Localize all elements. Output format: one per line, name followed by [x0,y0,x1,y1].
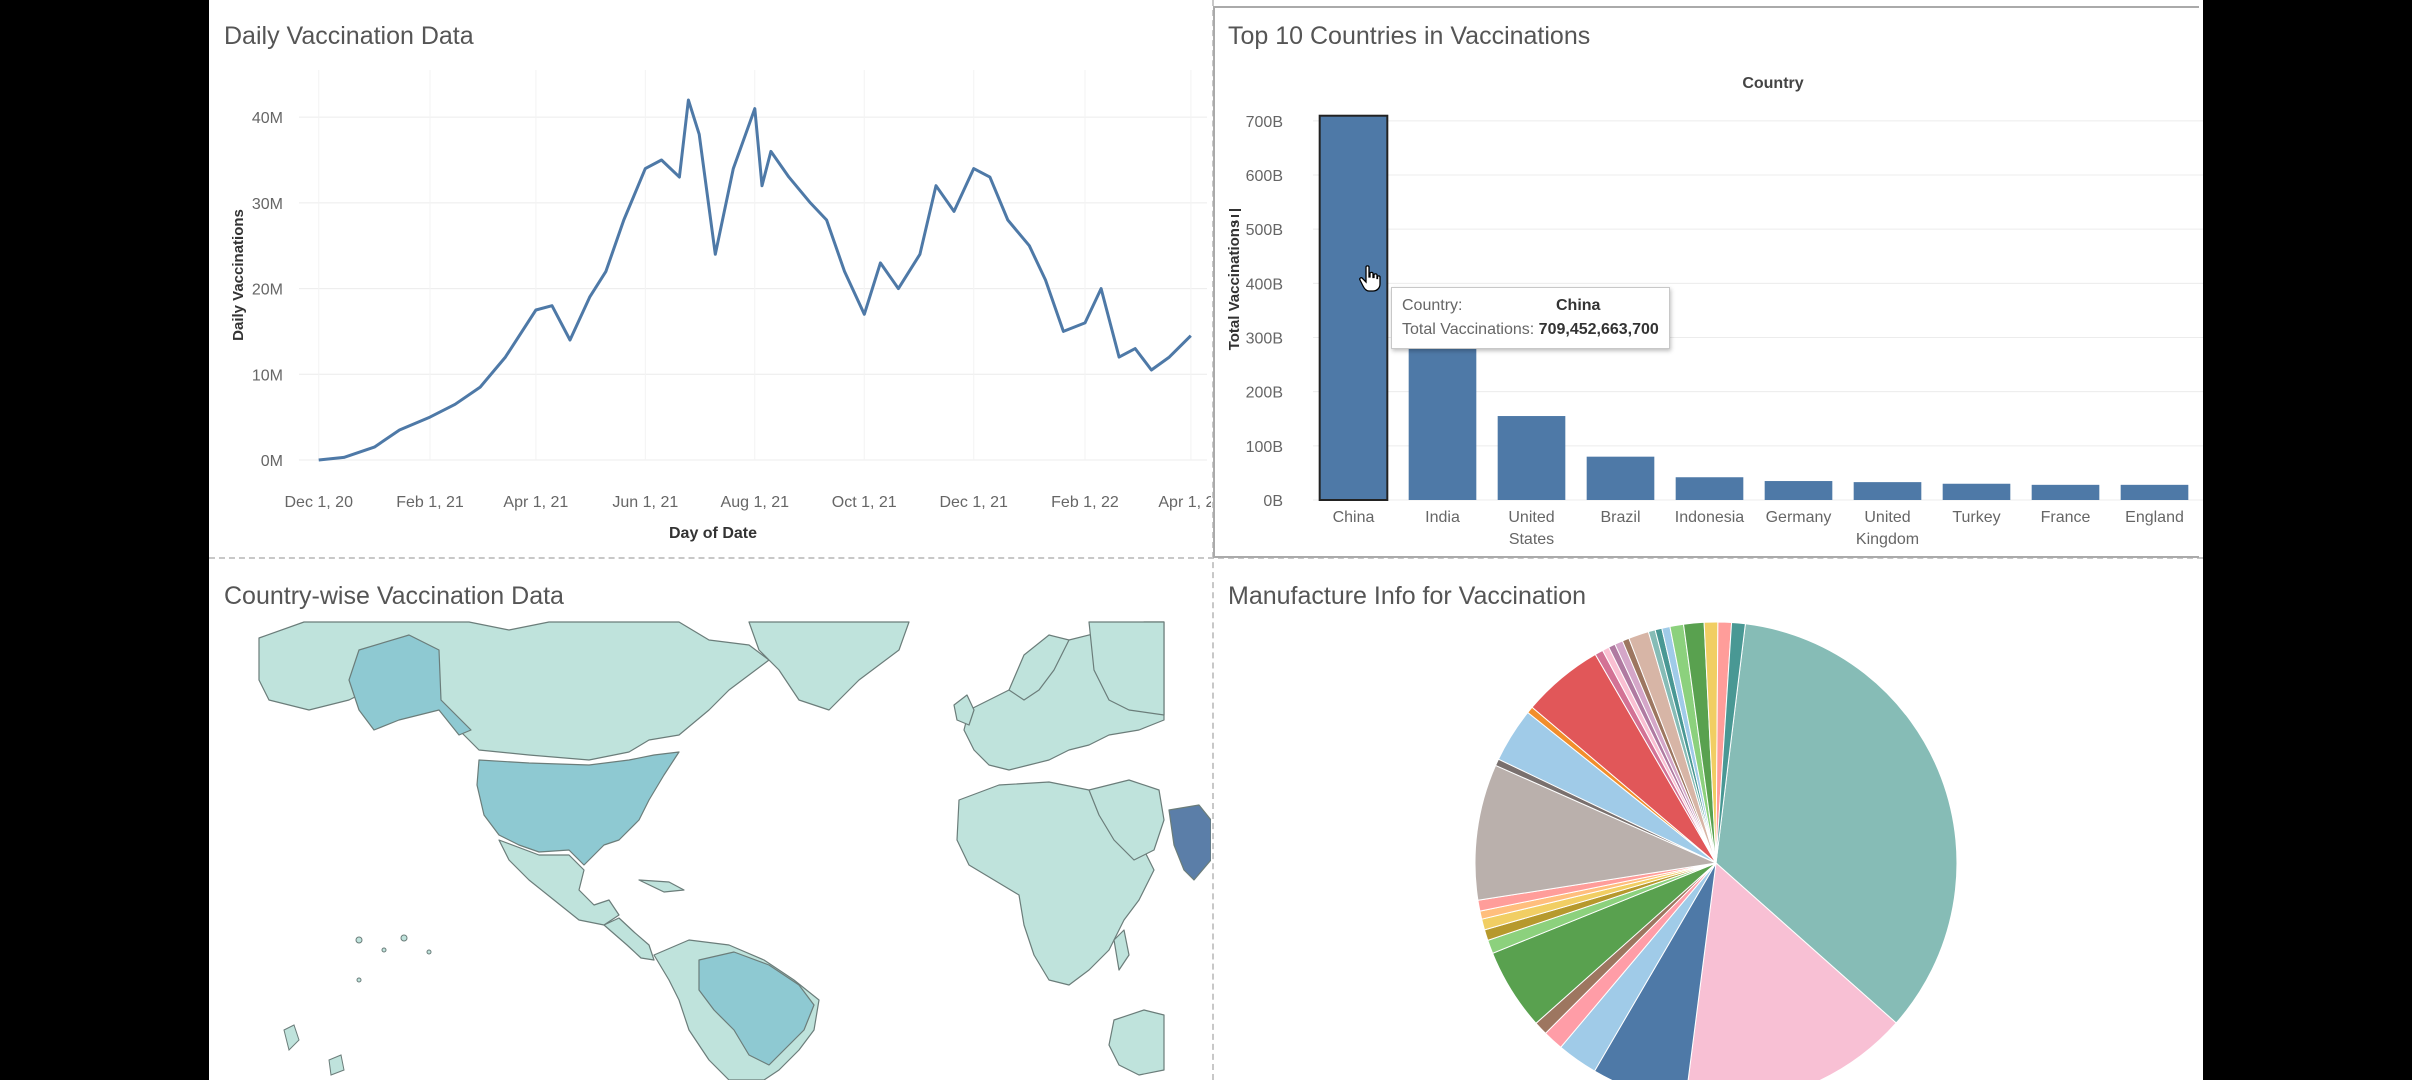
bar-tooltip: Country: China Total Vaccinations: 709,45… [1391,287,1670,349]
x-tick-label: Turkey [1952,509,2000,526]
daily-line-chart[interactable]: 0M 10M 20M 30M 40M Dec 1, 20 Feb 1, 21 Apr 1, 2… [209,0,1211,556]
bar-united-kingdom[interactable] [1853,482,1922,500]
bar-indonesia[interactable] [1675,477,1744,500]
bar-chart-header: Country [1742,75,1803,92]
tooltip-country-label: Country: [1402,297,1463,314]
x-tick-label: India [1425,509,1460,526]
y-tick-label: 400B [1246,276,1283,293]
x-tick-label: Feb 1, 22 [1051,494,1119,511]
x-tick-label: Dec 1, 20 [284,494,353,511]
map-island [355,936,363,944]
y-tick-label: 10M [252,367,283,384]
map-island [426,949,432,955]
x-tick-label: States [1509,531,1554,548]
y-axis-label: Total Vaccinations [1226,220,1243,351]
x-axis-label: Day of Date [669,525,757,542]
vertical-divider [1212,0,1214,1080]
x-tick-label: Jun 1, 21 [612,494,678,511]
map-india[interactable] [1168,804,1211,881]
tooltip-total-value: 709,452,663,700 [1538,321,1659,338]
y-tick-label: 30M [252,196,283,213]
y-tick-label: 0M [261,453,283,470]
bar-turkey[interactable] [1942,483,2011,500]
y-tick-label: 20M [252,282,283,299]
y-tick-label: 100B [1246,439,1283,456]
y-tick-label: 0B [1263,493,1283,510]
x-tick-label: Aug 1, 21 [721,494,790,511]
manufacturer-pie-panel: Manufacture Info for Vaccination [1213,560,2203,1080]
tooltip-total-label: Total Vaccinations: [1402,321,1535,338]
map-chart-title: Country-wise Vaccination Data [224,582,564,610]
pie-chart-title: Manufacture Info for Vaccination [1228,582,1587,610]
y-tick-label: 300B [1246,331,1283,348]
x-tick-label: Indonesia [1675,509,1744,526]
x-tick-label: England [2125,509,2184,526]
world-map[interactable] [209,560,1211,1080]
country-map-panel: Country-wise Vaccination Data [209,560,1211,1080]
x-tick-label: France [2041,509,2091,526]
manufacturer-pie-chart[interactable] [1213,560,2203,1080]
bar-germany[interactable] [1764,481,1833,500]
x-tick-label: Apr 1, 21 [503,494,568,511]
x-tick-label: Oct 1, 21 [832,494,897,511]
tooltip-country-value: China [1556,297,1601,314]
bar-india[interactable] [1408,337,1477,501]
map-island [356,977,362,983]
y-tick-label: 600B [1246,168,1283,185]
map-island [381,947,387,953]
daily-vaccination-panel: Daily Vaccination Data 0M 10M 20M 30M 40M Dec… [209,0,1211,556]
bar-china[interactable] [1318,114,1389,502]
daily-chart-title: Daily Vaccination Data [224,22,474,50]
map-island [400,934,408,942]
y-axis-label: Daily Vaccinations [230,209,247,341]
y-tick-label: 700B [1246,114,1283,131]
x-tick-label: Brazil [1600,509,1640,526]
bar-france[interactable] [2031,484,2100,500]
x-tick-label: United [1864,509,1910,526]
x-tick-label: Apr 1, 22 [1158,494,1211,511]
x-tick-label: Kingdom [1856,531,1919,548]
top10-countries-panel: Top 10 Countries in Vaccinations Country… [1213,0,2203,556]
x-tick-label: China [1333,509,1375,526]
bar-brazil[interactable] [1586,456,1655,500]
x-tick-label: Feb 1, 21 [396,494,464,511]
x-tick-label: United [1508,509,1554,526]
top10-chart-title: Top 10 Countries in Vaccinations [1228,22,1591,50]
x-tick-label: Dec 1, 21 [939,494,1008,511]
hand-cursor-icon [1359,265,1381,292]
bar-england[interactable] [2120,484,2189,500]
horizontal-divider [209,557,2203,559]
y-tick-label: 500B [1246,222,1283,239]
y-tick-label: 200B [1246,385,1283,402]
y-tick-label: 40M [252,110,283,127]
x-tick-label: Germany [1766,509,1832,526]
bar-united-states[interactable] [1497,416,1566,500]
dashboard: Daily Vaccination Data 0M 10M 20M 30M 40M Dec… [209,0,2203,1080]
